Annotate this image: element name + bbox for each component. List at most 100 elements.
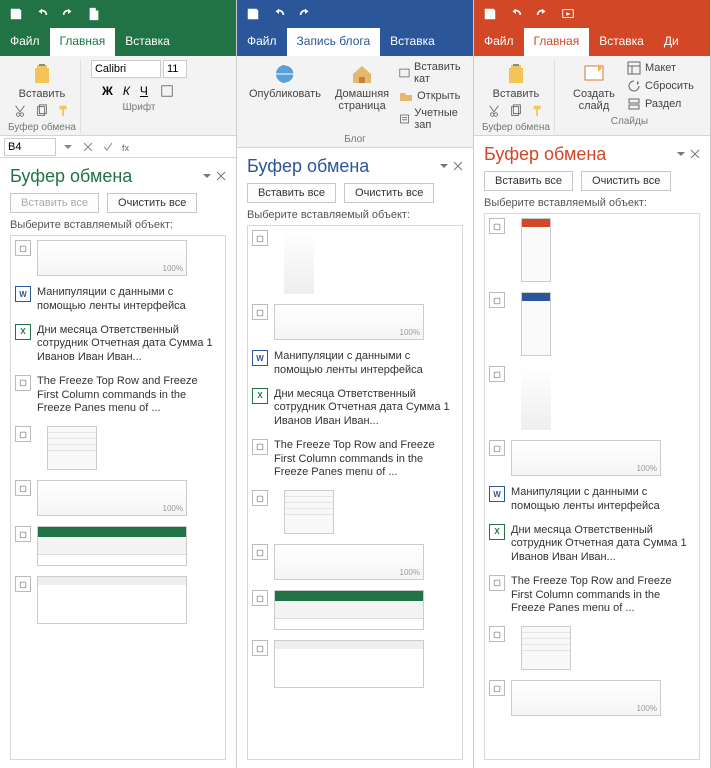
clip-text: Дни месяца Ответственный сотрудник Отчет… bbox=[37, 324, 221, 365]
layout-button[interactable]: Макет bbox=[627, 60, 694, 76]
accounts-button[interactable]: Учетные зап bbox=[399, 106, 465, 132]
cut-icon[interactable] bbox=[485, 102, 503, 120]
redo-icon[interactable] bbox=[297, 6, 313, 22]
clip-thumb bbox=[521, 366, 551, 430]
clip-thumb bbox=[37, 480, 187, 516]
undo-icon[interactable] bbox=[508, 6, 524, 22]
clip-item[interactable]: ▢ bbox=[15, 480, 221, 516]
homepage-button[interactable]: Домашняя страница bbox=[331, 60, 393, 132]
clip-text: Манипуляции с данными с помощью ленты ин… bbox=[511, 486, 695, 514]
clear-all-button[interactable]: Очистить все bbox=[344, 183, 434, 203]
excel-window: Файл Главная Вставка Вставить Буфер обме… bbox=[0, 0, 237, 768]
reset-button[interactable]: Сбросить bbox=[627, 78, 694, 94]
clip-item[interactable]: XДни месяца Ответственный сотрудник Отче… bbox=[252, 388, 458, 429]
group-clipboard: Вставить Буфер обмена bbox=[478, 60, 555, 133]
clip-thumb bbox=[47, 426, 97, 470]
clip-item[interactable]: WМанипуляции с данными с помощью ленты и… bbox=[15, 286, 221, 314]
format-painter-icon[interactable] bbox=[55, 102, 73, 120]
tab-home[interactable]: Главная bbox=[50, 28, 116, 56]
clip-item[interactable]: WМанипуляции с данными с помощью ленты и… bbox=[489, 486, 695, 514]
clip-item[interactable]: ▢ bbox=[489, 292, 695, 356]
paste-all-button[interactable]: Вставить все bbox=[247, 183, 336, 203]
paste-all-button[interactable]: Вставить все bbox=[10, 193, 99, 213]
clip-thumb bbox=[521, 292, 551, 356]
dropdown-icon[interactable] bbox=[60, 139, 76, 155]
tab-blog[interactable]: Запись блога bbox=[287, 28, 381, 56]
tab-insert[interactable]: Вставка bbox=[380, 28, 445, 56]
confirm-icon[interactable] bbox=[100, 139, 116, 155]
clip-item[interactable]: ▢The Freeze Top Row and Freeze First Col… bbox=[252, 439, 458, 480]
clip-item[interactable]: ▢ bbox=[489, 626, 695, 670]
undo-icon[interactable] bbox=[34, 6, 50, 22]
clip-item[interactable]: ▢The Freeze Top Row and Freeze First Col… bbox=[15, 375, 221, 416]
tab-design[interactable]: Ди bbox=[654, 28, 689, 56]
insert-category-button[interactable]: Вставить кат bbox=[399, 60, 465, 86]
cancel-icon[interactable] bbox=[80, 139, 96, 155]
clip-item[interactable]: XДни месяца Ответственный сотрудник Отче… bbox=[15, 324, 221, 365]
clear-all-button[interactable]: Очистить все bbox=[581, 171, 671, 191]
paste-button[interactable]: Вставить bbox=[489, 60, 544, 102]
publish-button[interactable]: Опубликовать bbox=[245, 60, 325, 132]
tab-home[interactable]: Главная bbox=[524, 28, 590, 56]
save-icon[interactable] bbox=[8, 6, 24, 22]
clip-item[interactable]: WМанипуляции с данными с помощью ленты и… bbox=[252, 350, 458, 378]
clip-item[interactable]: ▢ bbox=[252, 544, 458, 580]
font-name-input[interactable] bbox=[91, 60, 161, 78]
italic-button[interactable]: К bbox=[123, 84, 130, 98]
undo-icon[interactable] bbox=[271, 6, 287, 22]
clip-item[interactable]: ▢The Freeze Top Row and Freeze First Col… bbox=[489, 575, 695, 616]
tab-file[interactable]: Файл bbox=[0, 28, 50, 56]
copy-icon[interactable] bbox=[507, 102, 525, 120]
group-font-label: Шрифт bbox=[123, 102, 156, 113]
tab-insert[interactable]: Вставка bbox=[115, 28, 180, 56]
slideshow-icon[interactable] bbox=[560, 6, 576, 22]
cell-reference-input[interactable] bbox=[4, 138, 56, 156]
clear-all-button[interactable]: Очистить все bbox=[107, 193, 197, 213]
paste-button[interactable]: Вставить bbox=[15, 60, 70, 102]
bold-button[interactable]: Ж bbox=[102, 84, 113, 98]
pane-close-icon[interactable] bbox=[453, 160, 463, 174]
section-button[interactable]: Раздел bbox=[627, 96, 694, 112]
clip-item[interactable]: ▢ bbox=[15, 576, 221, 624]
underline-button[interactable]: Ч bbox=[140, 84, 148, 98]
clip-item[interactable]: ▢ bbox=[489, 440, 695, 476]
pane-close-icon[interactable] bbox=[216, 170, 226, 184]
save-icon[interactable] bbox=[245, 6, 261, 22]
border-icon[interactable] bbox=[158, 82, 176, 100]
cut-icon[interactable] bbox=[11, 102, 29, 120]
image-icon: ▢ bbox=[15, 426, 31, 442]
open-button[interactable]: Открыть bbox=[399, 88, 465, 104]
redo-icon[interactable] bbox=[60, 6, 76, 22]
clip-item[interactable]: ▢ bbox=[252, 304, 458, 340]
tab-file[interactable]: Файл bbox=[474, 28, 524, 56]
clip-thumb bbox=[274, 590, 424, 630]
homepage-label: Домашняя страница bbox=[335, 88, 389, 112]
tab-file[interactable]: Файл bbox=[237, 28, 287, 56]
font-size-input[interactable] bbox=[163, 60, 187, 78]
format-painter-icon[interactable] bbox=[529, 102, 547, 120]
pane-options-icon[interactable] bbox=[202, 170, 212, 184]
fx-icon[interactable]: fx bbox=[120, 139, 136, 155]
clip-item[interactable]: ▢ bbox=[15, 426, 221, 470]
paste-all-button[interactable]: Вставить все bbox=[484, 171, 573, 191]
clip-item[interactable]: ▢ bbox=[15, 526, 221, 566]
pane-options-icon[interactable] bbox=[439, 160, 449, 174]
pane-options-icon[interactable] bbox=[676, 148, 686, 162]
clip-item[interactable]: ▢ bbox=[489, 680, 695, 716]
clip-item[interactable]: ▢ bbox=[252, 590, 458, 630]
pane-close-icon[interactable] bbox=[690, 148, 700, 162]
clip-item[interactable]: ▢ bbox=[252, 230, 458, 294]
clip-item[interactable]: ▢ bbox=[489, 218, 695, 282]
clip-item[interactable]: ▢ bbox=[252, 490, 458, 534]
clip-item[interactable]: ▢ bbox=[489, 366, 695, 430]
tab-insert[interactable]: Вставка bbox=[589, 28, 654, 56]
document-icon[interactable] bbox=[86, 6, 102, 22]
clip-item[interactable]: ▢ bbox=[15, 240, 221, 276]
clip-item[interactable]: ▢ bbox=[252, 640, 458, 688]
redo-icon[interactable] bbox=[534, 6, 550, 22]
clip-item[interactable]: XДни месяца Ответственный сотрудник Отче… bbox=[489, 524, 695, 565]
copy-icon[interactable] bbox=[33, 102, 51, 120]
save-icon[interactable] bbox=[482, 6, 498, 22]
new-slide-button[interactable]: Создать слайд bbox=[565, 60, 623, 114]
clip-thumb bbox=[37, 576, 187, 624]
